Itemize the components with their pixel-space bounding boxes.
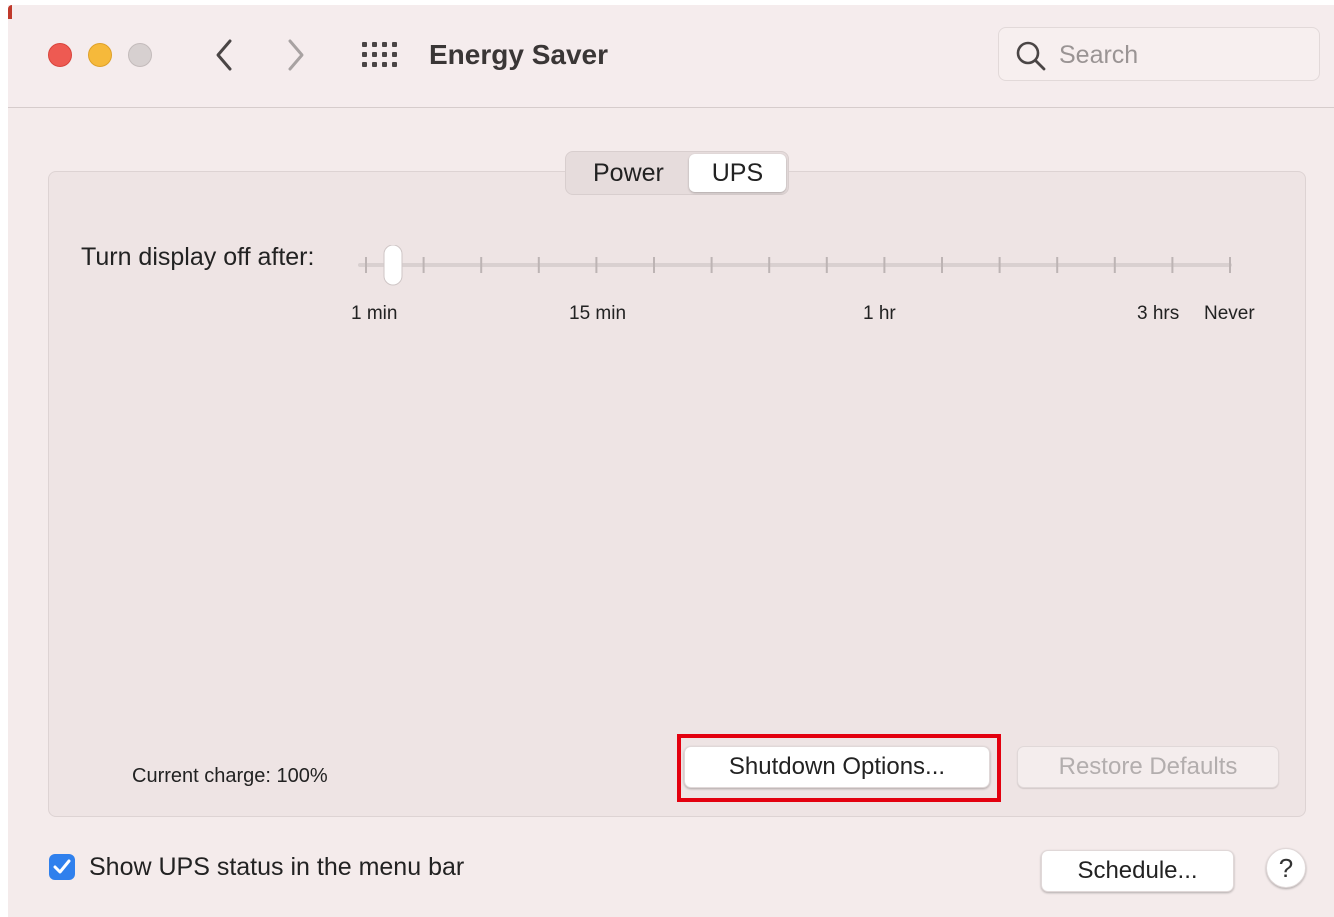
window-corner-accent bbox=[8, 5, 12, 19]
search-icon bbox=[1016, 41, 1046, 71]
forward-button[interactable] bbox=[278, 35, 314, 75]
tick-label-never: Never bbox=[1204, 303, 1255, 324]
help-button[interactable]: ? bbox=[1266, 848, 1306, 888]
checkmark-icon bbox=[53, 859, 71, 874]
search-field[interactable] bbox=[998, 27, 1320, 81]
show-ups-status-checkbox[interactable] bbox=[49, 854, 75, 880]
tick-label-1-hr: 1 hr bbox=[863, 303, 896, 324]
display-off-label: Turn display off after: bbox=[81, 243, 315, 271]
slider-knob[interactable] bbox=[383, 245, 403, 286]
energy-saver-window: Energy Saver Power UPS Turn display off … bbox=[8, 5, 1334, 917]
show-all-button[interactable] bbox=[358, 37, 402, 73]
minimize-window-button[interactable] bbox=[88, 43, 112, 67]
current-charge-status: Current charge: 100% bbox=[132, 765, 328, 787]
tab-control: Power UPS bbox=[565, 151, 789, 195]
chevron-right-icon bbox=[288, 39, 304, 71]
close-window-button[interactable] bbox=[48, 43, 72, 67]
slider-track bbox=[358, 263, 1232, 267]
tick-label-1-min: 1 min bbox=[351, 303, 398, 324]
tick-label-3-hrs: 3 hrs bbox=[1137, 303, 1180, 324]
restore-defaults-button[interactable]: Restore Defaults bbox=[1017, 746, 1279, 788]
tab-power[interactable]: Power bbox=[568, 154, 689, 192]
zoom-window-button[interactable] bbox=[128, 43, 152, 67]
back-button[interactable] bbox=[206, 35, 242, 75]
tab-ups[interactable]: UPS bbox=[688, 154, 786, 192]
search-input[interactable] bbox=[1059, 38, 1309, 72]
display-off-slider[interactable] bbox=[358, 245, 1238, 295]
window-title: Energy Saver bbox=[429, 39, 608, 70]
schedule-button[interactable]: Schedule... bbox=[1041, 850, 1234, 892]
tick-label-15-min: 15 min bbox=[569, 303, 627, 324]
title-bar: Energy Saver bbox=[8, 5, 1334, 108]
chevron-left-icon bbox=[216, 39, 232, 71]
shutdown-options-button[interactable]: Shutdown Options... bbox=[684, 746, 990, 788]
help-icon: ? bbox=[1278, 852, 1294, 883]
show-ups-status-label[interactable]: Show UPS status in the menu bar bbox=[89, 852, 464, 882]
grid-icon bbox=[362, 42, 397, 67]
